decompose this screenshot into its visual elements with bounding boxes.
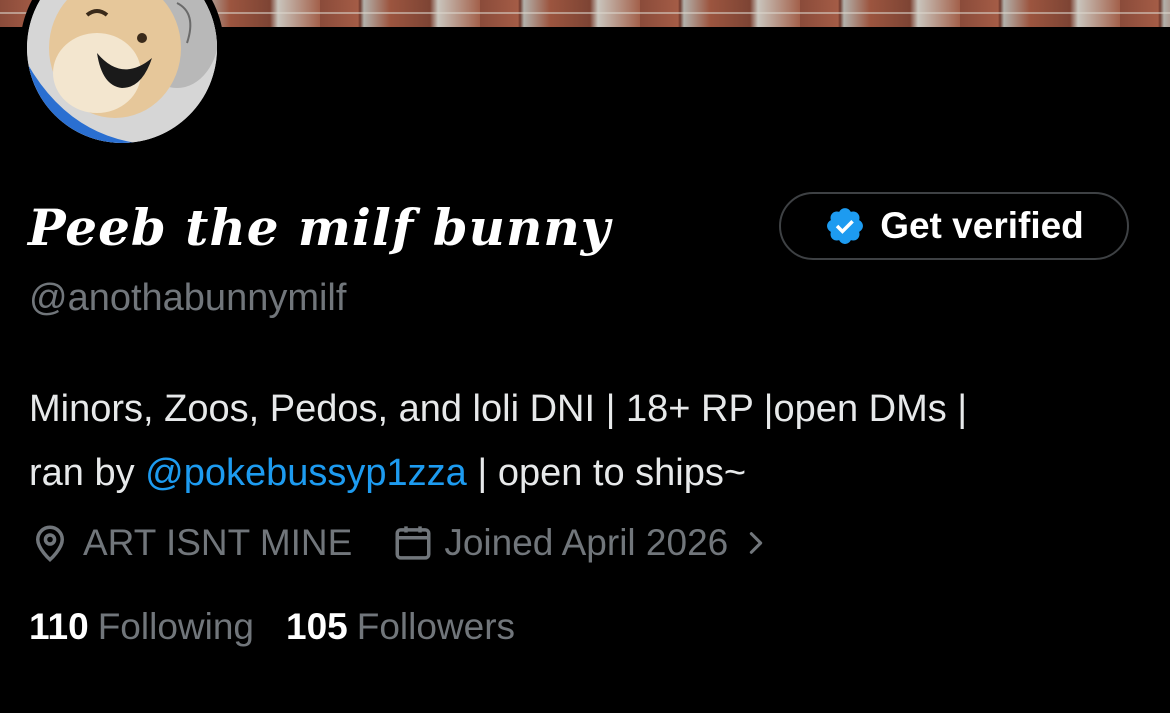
profile-bio: Minors, Zoos, Pedos, and loli DNI | 18+ … [29, 377, 1139, 505]
calendar-icon [395, 526, 431, 560]
joined-date-text[interactable]: Joined April 2026 [444, 522, 728, 564]
display-name: Peeb the milf bunny [28, 198, 611, 257]
get-verified-button[interactable]: Get verified [779, 192, 1129, 260]
profile-meta-row: ART ISNT MINE Joined April 2026 [29, 520, 770, 566]
verified-badge-icon [827, 208, 864, 244]
following-link[interactable]: 110 Following [29, 606, 254, 648]
bio-line-2-prefix: ran by [29, 452, 146, 494]
followers-link[interactable]: 105 Followers [286, 606, 515, 648]
chevron-right-icon[interactable] [742, 528, 770, 558]
following-count: 110 [29, 606, 89, 647]
bio-line-2-suffix: | open to ships~ [466, 452, 747, 494]
bunny-cartoon-avatar-icon [27, 0, 217, 143]
followers-label: Followers [356, 606, 516, 647]
following-label: Following [97, 606, 254, 647]
profile-page: Peeb the milf bunny Get verified @anotha… [0, 0, 1170, 713]
follow-counts: 110 Following 105 Followers [29, 606, 515, 648]
location-pin-icon [35, 525, 65, 562]
bio-mention-link[interactable]: @pokebussyp1zza [145, 452, 467, 494]
profile-handle: @anothabunnymilf [29, 277, 347, 319]
get-verified-label: Get verified [880, 205, 1084, 246]
location-text: ART ISNT MINE [83, 522, 353, 563]
profile-avatar[interactable] [20, 0, 224, 150]
bio-line-1: Minors, Zoos, Pedos, and loli DNI | 18+ … [29, 388, 968, 430]
followers-count: 105 [286, 606, 348, 647]
